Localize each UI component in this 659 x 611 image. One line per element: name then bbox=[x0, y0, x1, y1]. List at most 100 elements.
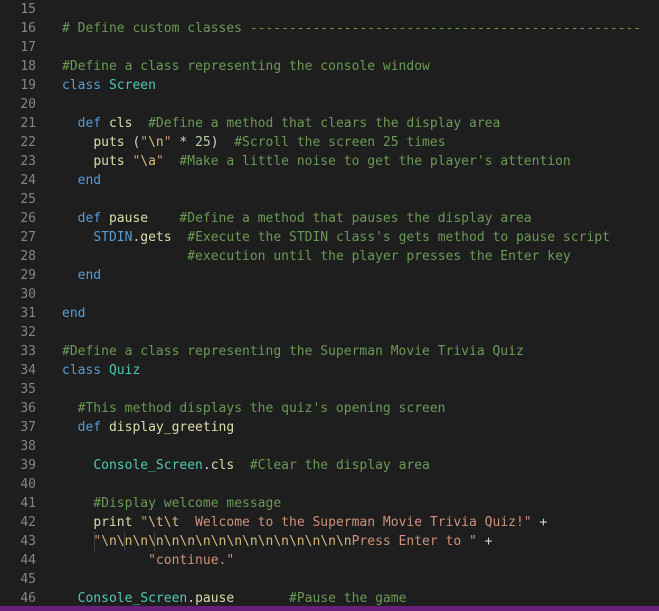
code-token: 25 bbox=[195, 135, 211, 150]
code-line[interactable]: 41 #Display welcome message bbox=[0, 494, 659, 513]
code-text: puts ("\n" * 25) #Scroll the screen 25 t… bbox=[62, 133, 445, 152]
line-number: 33 bbox=[20, 344, 36, 359]
line-number: 41 bbox=[20, 496, 36, 511]
code-token: "continue." bbox=[148, 553, 235, 568]
code-line[interactable]: 34 class Quiz bbox=[0, 361, 659, 380]
code-line[interactable]: 36 #This method displays the quiz's open… bbox=[0, 399, 659, 418]
code-text: #Define a class representing the console… bbox=[62, 57, 430, 76]
code-line[interactable]: 37 def display_greeting bbox=[0, 418, 659, 437]
code-token: \n bbox=[148, 135, 164, 150]
code-line[interactable]: 18 #Define a class representing the conso… bbox=[0, 57, 659, 76]
code-token: end bbox=[77, 268, 102, 283]
code-line[interactable]: 44 "continue." bbox=[0, 551, 659, 570]
code-token: ( bbox=[124, 135, 141, 150]
code-editor[interactable]: 15 16 # Define custom classes ------------… bbox=[0, 0, 659, 606]
code-line[interactable]: 21 def cls #Define a method that clears … bbox=[0, 114, 659, 133]
code-line[interactable]: 42 print "\t\t Welcome to the Superman M… bbox=[0, 513, 659, 532]
code-line[interactable]: 17 bbox=[0, 38, 659, 57]
code-line[interactable]: 43 "\n\n\n\n\n\n\n\n\n\n\n\n\n\n\n\nPres… bbox=[0, 532, 659, 551]
code-text: # Define custom classes ----------------… bbox=[62, 19, 641, 38]
line-number: 29 bbox=[20, 268, 36, 283]
code-line[interactable]: 38 bbox=[0, 437, 659, 456]
code-token: #Define a method that pauses the display… bbox=[179, 211, 532, 226]
code-line[interactable]: 46 Console_Screen.pause #Pause the game bbox=[0, 589, 659, 606]
code-line[interactable]: 39 Console_Screen.cls #Clear the display… bbox=[0, 456, 659, 475]
code-line[interactable]: 20 bbox=[0, 95, 659, 114]
code-token: . bbox=[187, 591, 196, 606]
status-bar bbox=[0, 606, 659, 611]
code-text: print "\t\t Welcome to the Superman Movi… bbox=[62, 513, 547, 532]
code-line[interactable]: 22 puts ("\n" * 25) #Scroll the screen 2… bbox=[0, 133, 659, 152]
line-number: 37 bbox=[20, 420, 36, 435]
code-line[interactable]: 31 end bbox=[0, 304, 659, 323]
code-token: pause bbox=[108, 211, 149, 226]
code-token: print bbox=[93, 515, 133, 530]
code-line[interactable]: 45 bbox=[0, 570, 659, 589]
code-line[interactable]: 35 bbox=[0, 380, 659, 399]
code-line[interactable]: 30 bbox=[0, 285, 659, 304]
code-token: \t\t bbox=[148, 515, 180, 530]
code-text: #Display welcome message bbox=[62, 494, 281, 513]
code-token: #Clear the display area bbox=[249, 458, 430, 473]
code-line[interactable]: 27 STDIN.gets #Execute the STDIN class's… bbox=[0, 228, 659, 247]
code-token: " bbox=[140, 135, 149, 150]
code-line[interactable]: 19 class Screen bbox=[0, 76, 659, 95]
code-text: end bbox=[62, 266, 101, 285]
code-line[interactable]: 29 end bbox=[0, 266, 659, 285]
line-number: 28 bbox=[20, 249, 36, 264]
code-token: STDIN bbox=[93, 230, 133, 245]
code-token: cls bbox=[108, 116, 133, 131]
code-line[interactable]: 15 bbox=[0, 0, 659, 19]
code-token: Screen bbox=[108, 78, 156, 93]
code-line[interactable]: 40 bbox=[0, 475, 659, 494]
code-line[interactable]: 28 #execution until the player presses t… bbox=[0, 247, 659, 266]
code-token: #Define a class representing the Superma… bbox=[62, 344, 524, 359]
code-token: def bbox=[77, 116, 102, 131]
code-line[interactable]: 23 puts "\a" #Make a little noise to get… bbox=[0, 152, 659, 171]
code-line[interactable]: 25 bbox=[0, 190, 659, 209]
line-number: 26 bbox=[20, 211, 36, 226]
code-line[interactable]: 33 #Define a class representing the Super… bbox=[0, 342, 659, 361]
code-token: end bbox=[62, 306, 86, 321]
code-text: end bbox=[62, 304, 85, 323]
code-text: puts "\a" #Make a little noise to get th… bbox=[62, 152, 571, 171]
code-token: Press Enter to " bbox=[351, 534, 477, 549]
code-line[interactable]: 32 bbox=[0, 323, 659, 342]
code-line[interactable]: 24 end bbox=[0, 171, 659, 190]
code-line[interactable]: 16 # Define custom classes --------------… bbox=[0, 19, 659, 38]
code-text: #Define a class representing the Superma… bbox=[62, 342, 524, 361]
code-token: " bbox=[93, 534, 102, 549]
code-token: + bbox=[531, 515, 548, 530]
line-number: 40 bbox=[20, 477, 36, 492]
code-token: puts bbox=[93, 135, 125, 150]
code-line[interactable]: 26 def pause #Define a method that pause… bbox=[0, 209, 659, 228]
line-number: 22 bbox=[20, 135, 36, 150]
code-token: " bbox=[163, 135, 172, 150]
code-token: #Make a little noise to get the player's… bbox=[179, 154, 571, 169]
code-token: Welcome to the Superman Movie Trivia Qui… bbox=[179, 515, 532, 530]
code-token: #This method displays the quiz's opening… bbox=[77, 401, 446, 416]
code-token: pause bbox=[195, 591, 235, 606]
code-token: #Define a class representing the console… bbox=[62, 59, 430, 74]
line-number: 24 bbox=[20, 173, 36, 188]
line-number: 36 bbox=[20, 401, 36, 416]
code-text: #execution until the player presses the … bbox=[62, 247, 571, 266]
line-number: 18 bbox=[20, 59, 36, 74]
